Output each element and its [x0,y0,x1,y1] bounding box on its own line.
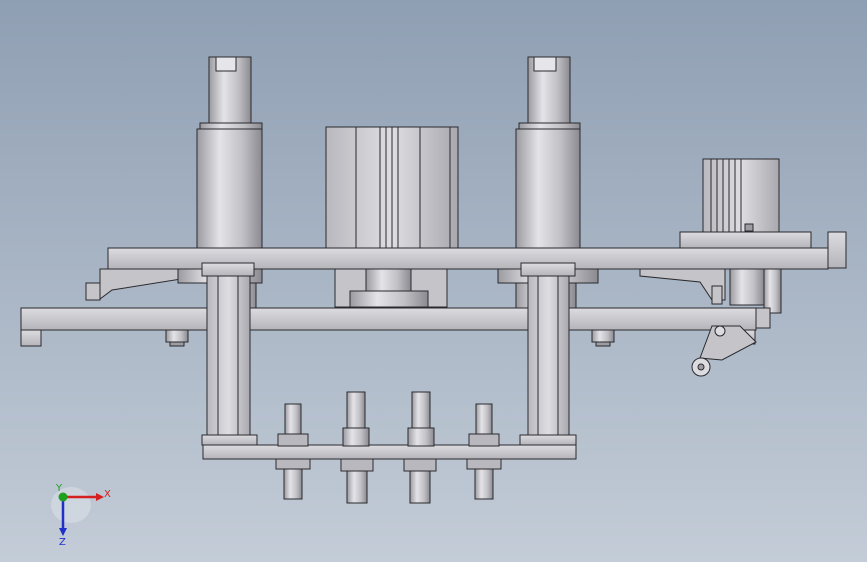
right-motor [679,158,812,249]
cad-viewport[interactable]: X Y Z [0,0,867,562]
y-axis-label: Y [55,483,63,494]
z-axis-label: Z [59,537,66,548]
right-column [520,262,576,437]
axis-triad: X Y Z [51,483,111,548]
center-motor [325,126,459,250]
assembly-model[interactable] [20,56,847,504]
right-cylinder [515,56,581,250]
x-axis-head [96,493,104,501]
lower-rail [20,307,771,347]
right-lever [691,325,757,377]
left-column [201,262,255,437]
right-bracket [639,268,726,305]
center-hub [334,268,448,308]
x-axis-label: X [104,489,111,500]
bottom-plate [201,434,577,460]
z-axis-head [59,528,67,536]
left-cylinder [196,56,263,250]
